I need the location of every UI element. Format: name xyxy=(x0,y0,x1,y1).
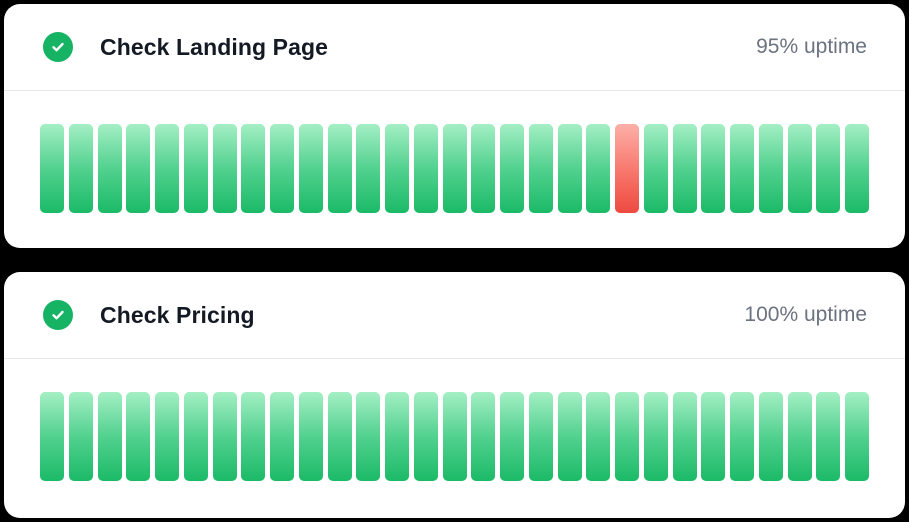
uptime-bar-up[interactable] xyxy=(673,392,697,481)
uptime-bar-up[interactable] xyxy=(443,392,467,481)
uptime-bar-up[interactable] xyxy=(270,124,294,213)
uptime-bar-up[interactable] xyxy=(213,392,237,481)
uptime-bar-up[interactable] xyxy=(500,392,524,481)
uptime-bar-up[interactable] xyxy=(529,124,553,213)
uptime-bar-up[interactable] xyxy=(184,392,208,481)
uptime-bar-up[interactable] xyxy=(356,124,380,213)
uptime-bar-up[interactable] xyxy=(126,124,150,213)
uptime-bar-up[interactable] xyxy=(701,392,725,481)
uptime-bar-up[interactable] xyxy=(500,124,524,213)
uptime-label: 100% uptime xyxy=(744,303,867,326)
uptime-bar-up[interactable] xyxy=(701,124,725,213)
uptime-bar-up[interactable] xyxy=(299,392,323,481)
uptime-bar-up[interactable] xyxy=(788,124,812,213)
uptime-bar-up[interactable] xyxy=(644,124,668,213)
uptime-bar-up[interactable] xyxy=(241,124,265,213)
uptime-bar-up[interactable] xyxy=(385,124,409,213)
monitor-title: Check Pricing xyxy=(100,301,255,328)
uptime-bar-up[interactable] xyxy=(414,124,438,213)
uptime-bar-up[interactable] xyxy=(816,124,840,213)
uptime-bar-up[interactable] xyxy=(730,392,754,481)
uptime-bar-up[interactable] xyxy=(40,124,64,213)
uptime-bar-up[interactable] xyxy=(184,124,208,213)
uptime-bar-down[interactable] xyxy=(615,124,639,213)
uptime-bar-up[interactable] xyxy=(529,392,553,481)
uptime-bar-up[interactable] xyxy=(155,392,179,481)
uptime-bar-up[interactable] xyxy=(40,392,64,481)
uptime-bar-up[interactable] xyxy=(69,124,93,213)
monitor-header: Check Landing Page 95% uptime xyxy=(4,4,905,91)
check-circle-icon xyxy=(43,32,73,62)
uptime-bar-up[interactable] xyxy=(558,124,582,213)
monitor-title: Check Landing Page xyxy=(100,33,329,60)
check-circle-icon xyxy=(43,300,73,330)
uptime-bar-up[interactable] xyxy=(673,124,697,213)
uptime-label: 95% uptime xyxy=(756,35,867,58)
uptime-bar-up[interactable] xyxy=(299,124,323,213)
uptime-bar-up[interactable] xyxy=(270,392,294,481)
uptime-bar-up[interactable] xyxy=(644,392,668,481)
uptime-bar-up[interactable] xyxy=(328,124,352,213)
uptime-bar-up[interactable] xyxy=(471,392,495,481)
uptime-bar-up[interactable] xyxy=(471,124,495,213)
monitor-card-pricing: Check Pricing 100% uptime xyxy=(4,272,905,518)
uptime-bar-up[interactable] xyxy=(816,392,840,481)
uptime-bar-up[interactable] xyxy=(759,124,783,213)
monitor-card-landing-page: Check Landing Page 95% uptime xyxy=(4,4,905,248)
uptime-bar-up[interactable] xyxy=(126,392,150,481)
uptime-bar-up[interactable] xyxy=(759,392,783,481)
uptime-bar-up[interactable] xyxy=(558,392,582,481)
uptime-bar-up[interactable] xyxy=(615,392,639,481)
uptime-bar-up[interactable] xyxy=(788,392,812,481)
uptime-bar-up[interactable] xyxy=(356,392,380,481)
uptime-bar-up[interactable] xyxy=(586,124,610,213)
uptime-bar-up[interactable] xyxy=(845,124,869,213)
uptime-bar-up[interactable] xyxy=(69,392,93,481)
uptime-bar-up[interactable] xyxy=(213,124,237,213)
uptime-bar-up[interactable] xyxy=(414,392,438,481)
uptime-bar-up[interactable] xyxy=(730,124,754,213)
monitor-header: Check Pricing 100% uptime xyxy=(4,272,905,359)
uptime-bar-up[interactable] xyxy=(155,124,179,213)
uptime-bar-up[interactable] xyxy=(241,392,265,481)
uptime-bar-up[interactable] xyxy=(845,392,869,481)
uptime-bar-up[interactable] xyxy=(586,392,610,481)
uptime-bar-up[interactable] xyxy=(328,392,352,481)
uptime-bar-up[interactable] xyxy=(443,124,467,213)
uptime-bar-up[interactable] xyxy=(98,124,122,213)
uptime-bar-up[interactable] xyxy=(98,392,122,481)
uptime-bar-up[interactable] xyxy=(385,392,409,481)
